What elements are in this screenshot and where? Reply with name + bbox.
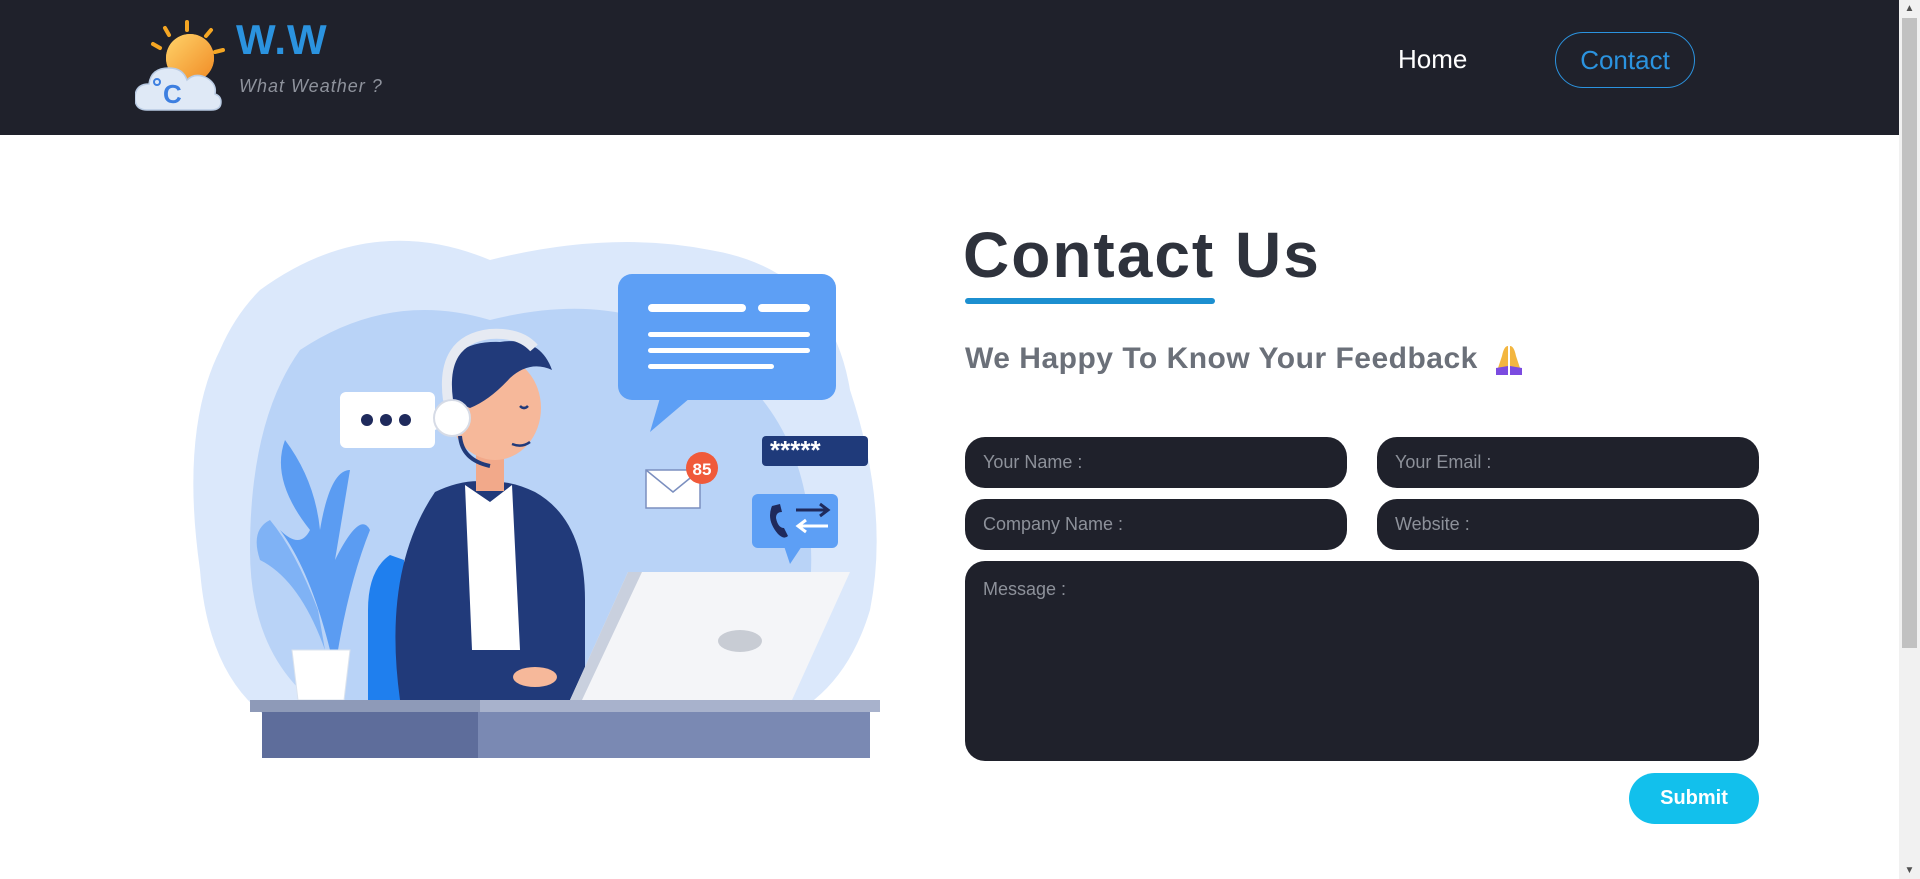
nav-home-link[interactable]: Home [1398, 44, 1467, 75]
name-input[interactable] [965, 437, 1347, 488]
submit-button[interactable]: Submit [1629, 773, 1759, 824]
scroll-down-arrow-icon[interactable]: ▼ [1899, 862, 1920, 879]
scroll-up-arrow-icon[interactable]: ▲ [1899, 0, 1920, 17]
page: C W.W What Weather ? Home Contact ***** … [0, 0, 1920, 879]
vertical-scrollbar[interactable]: ▲ ▼ [1899, 0, 1920, 879]
nav-contact-link[interactable]: Contact [1555, 32, 1695, 88]
svg-text:*****: ***** [770, 435, 821, 465]
website-input[interactable] [1377, 499, 1759, 550]
subtitle-text: We Happy To Know Your Feedback [965, 342, 1478, 375]
page-title: Contact Us [963, 219, 1321, 291]
customer-support-illustration: ***** 85 [193, 240, 880, 758]
weather-logo-icon[interactable]: C [135, 20, 245, 115]
email-input[interactable] [1377, 437, 1759, 488]
nav-contact-label: Contact [1580, 44, 1670, 75]
scrollbar-thumb[interactable] [1902, 18, 1917, 648]
brand-subtitle: What Weather ? [239, 76, 383, 96]
svg-text:85: 85 [693, 460, 712, 479]
top-navbar: C W.W What Weather ? Home Contact [0, 0, 1899, 135]
praying-hands-icon [1495, 346, 1522, 375]
svg-text:C: C [163, 79, 182, 109]
title-underline [965, 298, 1215, 304]
message-textarea[interactable] [965, 561, 1759, 761]
desk [250, 700, 880, 758]
password-badge-icon: ***** [762, 435, 868, 466]
page-subtitle: We Happy To Know Your Feedback [965, 342, 1526, 376]
brand-title[interactable]: W.W [236, 16, 328, 64]
company-name-input[interactable] [965, 499, 1347, 550]
